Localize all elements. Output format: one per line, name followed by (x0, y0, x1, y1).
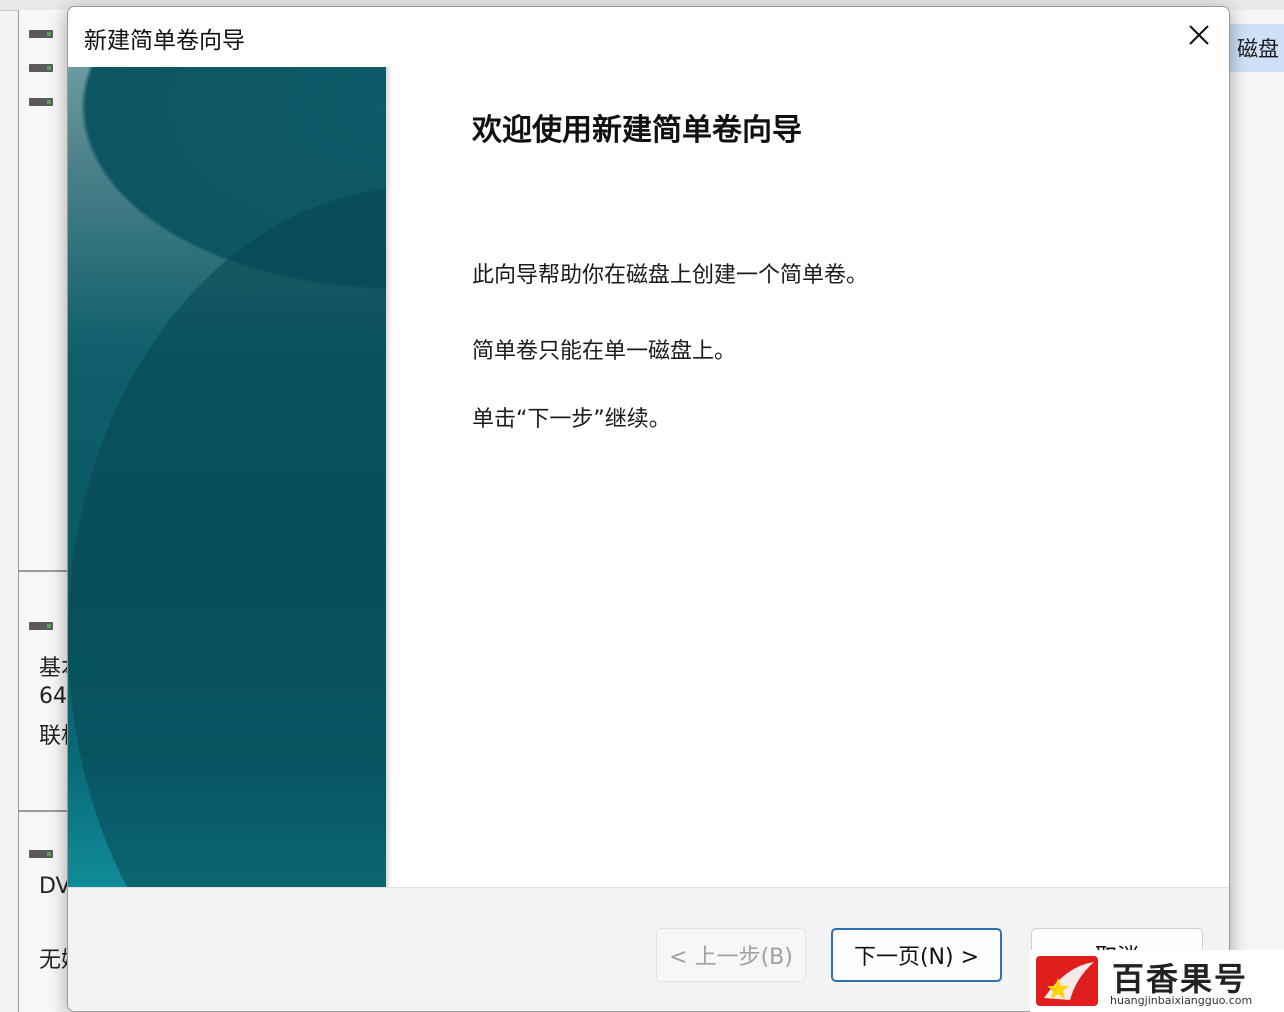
wizard-content: 欢迎使用新建简单卷向导 此向导帮助你在磁盘上创建一个简单卷。 简单卷只能在单一磁… (392, 67, 1229, 887)
actions-disk-item[interactable]: 磁盘 (1229, 24, 1284, 72)
disk-list-pane: 基本 64 联机 DV 无媒 (18, 10, 71, 1012)
drive-icon (29, 64, 53, 72)
disk-icon (29, 622, 53, 630)
watermark: 百香果号 huangjinbaixiangguo.com (1030, 950, 1284, 1012)
intro-text: 此向导帮助你在磁盘上创建一个简单卷。 (472, 263, 869, 288)
close-button[interactable] (1169, 7, 1229, 63)
dvd-icon (29, 850, 53, 858)
watermark-url: huangjinbaixiangguo.com (1110, 994, 1253, 1007)
actions-pane: 磁盘 (1228, 10, 1284, 1012)
new-simple-volume-wizard: 新建简单卷向导 欢迎使用新建简单卷向导 此向导帮助你在磁盘上创建一个简单卷。 简… (67, 6, 1230, 1012)
wizard-heading: 欢迎使用新建简单卷向导 (472, 113, 802, 148)
watermark-logo-icon (1036, 956, 1098, 1006)
pane-divider (19, 810, 71, 812)
back-button[interactable]: < 上一步(B) (656, 928, 806, 982)
window-title: 新建简单卷向导 (84, 28, 245, 54)
drive-icon (29, 30, 53, 38)
single-disk-text: 简单卷只能在单一磁盘上。 (472, 339, 737, 364)
title-bar: 新建简单卷向导 (68, 7, 1229, 67)
wizard-banner-art (68, 67, 386, 887)
pane-divider (19, 570, 71, 572)
next-button[interactable]: 下一页(N) > (831, 928, 1002, 982)
close-icon (1189, 25, 1209, 45)
continue-instruction: 单击“下一步”继续。 (472, 407, 671, 432)
drive-icon (29, 98, 53, 106)
